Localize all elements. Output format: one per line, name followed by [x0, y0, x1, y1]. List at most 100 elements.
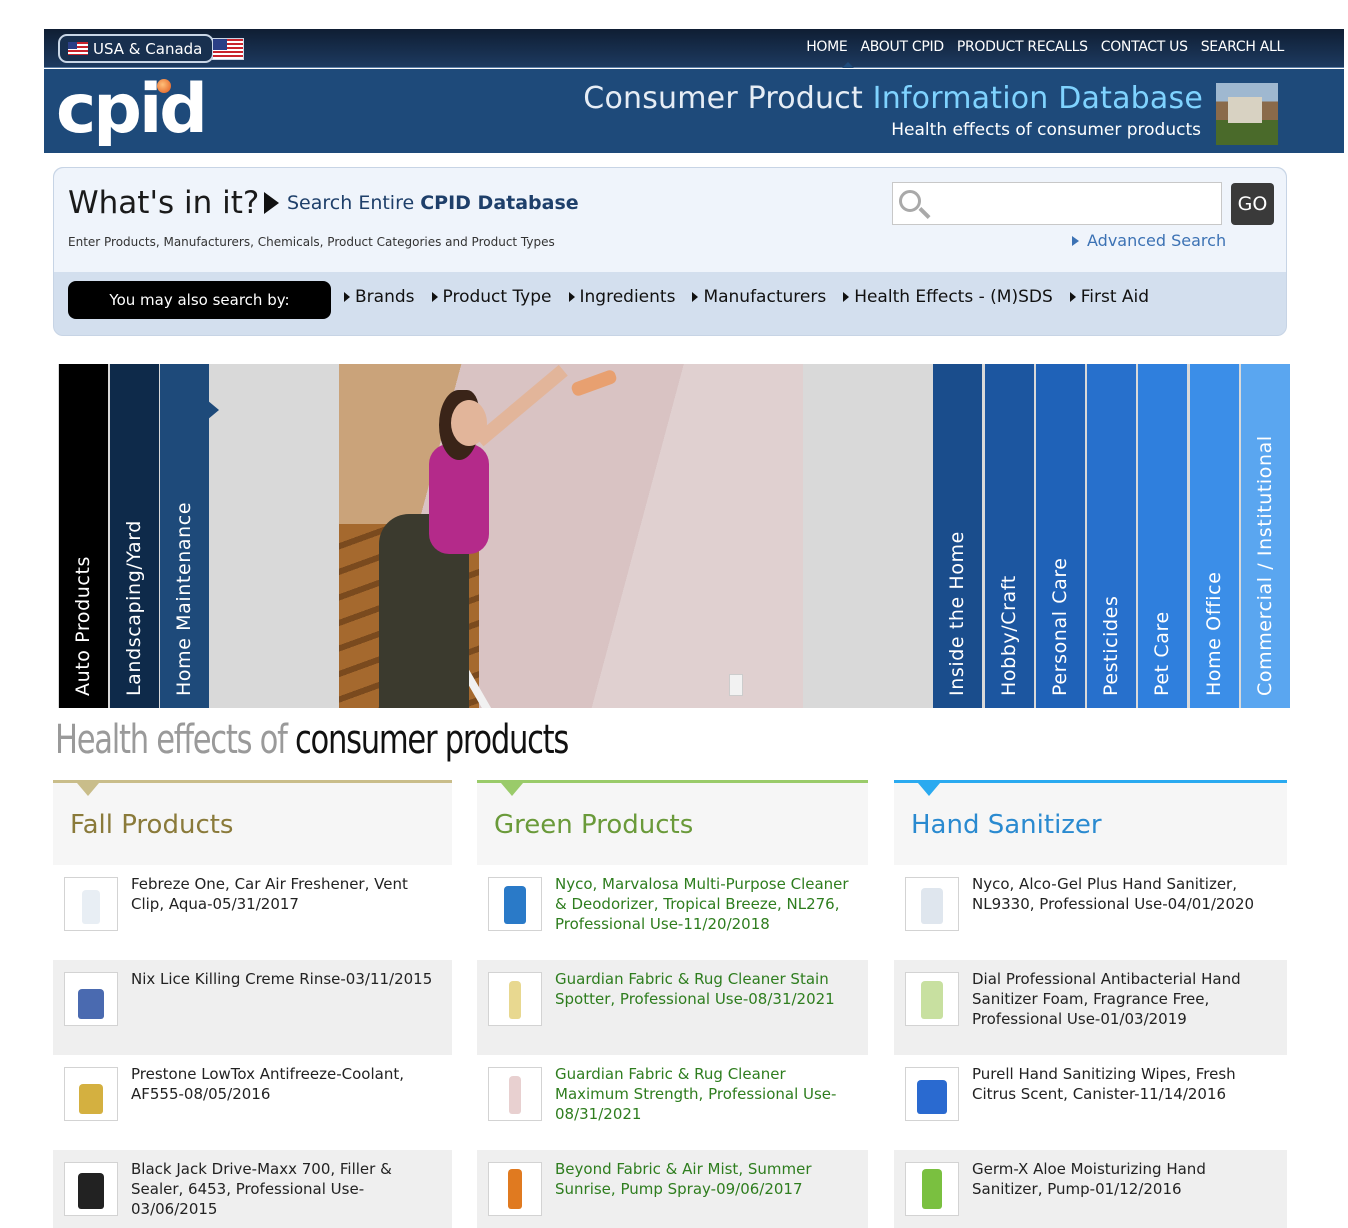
product-item[interactable]: Dial Professional Antibacterial Hand San… — [894, 960, 1287, 1055]
also-search-manufacturers[interactable]: Manufacturers — [692, 287, 826, 307]
product-item[interactable]: Nyco, Alco-Gel Plus Hand Sanitizer, NL93… — [894, 865, 1287, 960]
search-heading: What's in it? — [68, 185, 260, 221]
product-thumbnail[interactable] — [488, 1162, 542, 1216]
tab-label: Hobby/Craft — [997, 575, 1020, 696]
header-notch-icon — [77, 783, 99, 796]
nav-home[interactable]: HOME — [806, 39, 848, 55]
product-bottle-icon — [922, 1169, 942, 1209]
nav-contact[interactable]: CONTACT US — [1101, 39, 1188, 55]
product-item[interactable]: Black Jack Drive-Maxx 700, Filler & Seal… — [53, 1150, 452, 1228]
product-item[interactable]: Nyco, Marvalosa Multi-Purpose Cleaner & … — [477, 865, 868, 960]
product-item[interactable]: Prestone LowTox Antifreeze-Coolant, AF55… — [53, 1055, 452, 1150]
arrow-right-icon — [431, 292, 438, 302]
search-entire-label: Search Entire CPID Database — [264, 192, 579, 214]
product-name-link[interactable]: Dial Professional Antibacterial Hand San… — [972, 969, 1279, 1029]
also-search-ingredients[interactable]: Ingredients — [568, 287, 675, 307]
product-bottle-icon — [82, 890, 100, 924]
product-thumbnail[interactable] — [905, 1162, 959, 1216]
us-flag-icon[interactable] — [212, 38, 244, 60]
top-nav: HOME ABOUT CPID PRODUCT RECALLS CONTACT … — [806, 39, 1284, 55]
product-thumbnail[interactable] — [64, 877, 118, 931]
product-name-link[interactable]: Nyco, Marvalosa Multi-Purpose Cleaner & … — [555, 874, 860, 934]
tab-auto-products[interactable]: Auto Products — [59, 364, 108, 708]
product-thumbnail[interactable] — [905, 972, 959, 1026]
banner: cpid Consumer Product Information Databa… — [44, 69, 1344, 153]
column-header: Fall Products — [53, 780, 452, 865]
paint-roller — [569, 368, 619, 398]
column-fall-products: Fall Products Febreze One, Car Air Freshe… — [53, 780, 452, 1228]
product-bottle-icon — [504, 886, 526, 924]
product-name-link[interactable]: Prestone LowTox Antifreeze-Coolant, AF55… — [131, 1064, 444, 1104]
search-entire-pre: Search Entire — [287, 192, 421, 214]
nav-search-all[interactable]: SEARCH ALL — [1201, 39, 1285, 55]
product-thumbnail[interactable] — [488, 1067, 542, 1121]
nav-product-recalls[interactable]: PRODUCT RECALLS — [957, 39, 1088, 55]
product-item[interactable]: Febreze One, Car Air Freshener, Vent Cli… — [53, 865, 452, 960]
also-search-product-type[interactable]: Product Type — [431, 287, 552, 307]
product-item[interactable]: Purell Hand Sanitizing Wipes, Fresh Citr… — [894, 1055, 1287, 1150]
tab-personal-care[interactable]: Personal Care — [1036, 364, 1085, 708]
product-item[interactable]: Guardian Fabric & Rug Cleaner Maximum St… — [477, 1055, 868, 1150]
also-search-brands[interactable]: Brands — [344, 287, 415, 307]
arrow-right-icon — [568, 292, 575, 302]
tab-label: Pet Care — [1150, 611, 1173, 696]
site-title-part1: Consumer Product — [583, 81, 873, 116]
product-thumbnail[interactable] — [488, 877, 542, 931]
hero-photo — [339, 364, 803, 708]
arrow-right-icon — [1069, 292, 1076, 302]
product-name-link[interactable]: Black Jack Drive-Maxx 700, Filler & Seal… — [131, 1159, 444, 1219]
tab-home-office[interactable]: Home Office — [1190, 364, 1239, 708]
also-search-health-effects[interactable]: Health Effects - (M)SDS — [843, 287, 1053, 307]
product-name-link[interactable]: Beyond Fabric & Air Mist, Summer Sunrise… — [555, 1159, 860, 1199]
product-thumbnail[interactable] — [64, 1162, 118, 1216]
product-item[interactable]: Germ-X Aloe Moisturizing Hand Sanitizer,… — [894, 1150, 1287, 1228]
tab-landscaping-yard[interactable]: Landscaping/Yard — [110, 364, 159, 708]
site-logo[interactable]: cpid — [56, 71, 208, 149]
tab-label: Pesticides — [1099, 595, 1122, 696]
tab-hobby-craft[interactable]: Hobby/Craft — [985, 364, 1034, 708]
product-name-link[interactable]: Febreze One, Car Air Freshener, Vent Cli… — [131, 874, 444, 914]
tab-label: Home Maintenance — [172, 501, 195, 696]
product-name-link[interactable]: Purell Hand Sanitizing Wipes, Fresh Citr… — [972, 1064, 1279, 1104]
also-search-label: You may also search by: — [68, 281, 331, 319]
search-box[interactable] — [892, 182, 1222, 225]
headline-part1: Health effects of — [55, 717, 296, 763]
column-green-products: Green Products Nyco, Marvalosa Multi-Purp… — [477, 780, 868, 1228]
also-search-item-label: Health Effects - (M)SDS — [854, 287, 1053, 307]
product-item[interactable]: Nix Lice Killing Creme Rinse-03/11/2015 — [53, 960, 452, 1055]
tab-inside-the-home[interactable]: Inside the Home — [933, 364, 982, 708]
product-name-link[interactable]: Guardian Fabric & Rug Cleaner Stain Spot… — [555, 969, 860, 1009]
tab-label: Home Office — [1202, 571, 1225, 697]
search-input[interactable] — [937, 193, 1207, 212]
product-item[interactable]: Beyond Fabric & Air Mist, Summer Sunrise… — [477, 1150, 868, 1228]
tab-commercial-institutional[interactable]: Commercial / Institutional — [1241, 364, 1290, 708]
product-name-link[interactable]: Germ-X Aloe Moisturizing Hand Sanitizer,… — [972, 1159, 1279, 1199]
product-thumbnail[interactable] — [905, 1067, 959, 1121]
column-title[interactable]: Fall Products — [70, 810, 233, 840]
site-title-part2: Information Database — [872, 81, 1203, 116]
product-name-link[interactable]: Nix Lice Killing Creme Rinse-03/11/2015 — [131, 969, 444, 989]
product-thumbnail[interactable] — [64, 972, 118, 1026]
nav-about[interactable]: ABOUT CPID — [860, 39, 944, 55]
go-button[interactable]: GO — [1231, 183, 1274, 225]
column-title[interactable]: Green Products — [494, 810, 693, 840]
column-title[interactable]: Hand Sanitizer — [911, 810, 1102, 840]
product-thumbnail[interactable] — [64, 1067, 118, 1121]
product-name-link[interactable]: Guardian Fabric & Rug Cleaner Maximum St… — [555, 1064, 860, 1124]
tab-label: Inside the Home — [945, 531, 968, 696]
section-headline: Health effects of consumer products — [55, 717, 569, 763]
also-search-first-aid[interactable]: First Aid — [1069, 287, 1150, 307]
product-bottle-icon — [921, 888, 943, 924]
product-thumbnail[interactable] — [905, 877, 959, 931]
nav-active-caret — [842, 62, 854, 68]
tab-pesticides[interactable]: Pesticides — [1087, 364, 1136, 708]
also-search-item-label: First Aid — [1080, 287, 1150, 307]
region-selector-button[interactable]: USA & Canada — [58, 34, 215, 63]
advanced-search-link[interactable]: Advanced Search — [1072, 231, 1226, 250]
product-name-link[interactable]: Nyco, Alco-Gel Plus Hand Sanitizer, NL93… — [972, 874, 1279, 914]
tab-home-maintenance[interactable]: Home Maintenance — [160, 364, 209, 708]
product-item[interactable]: Guardian Fabric & Rug Cleaner Stain Spot… — [477, 960, 868, 1055]
advanced-search-label: Advanced Search — [1087, 231, 1227, 250]
tab-pet-care[interactable]: Pet Care — [1138, 364, 1187, 708]
product-thumbnail[interactable] — [488, 972, 542, 1026]
